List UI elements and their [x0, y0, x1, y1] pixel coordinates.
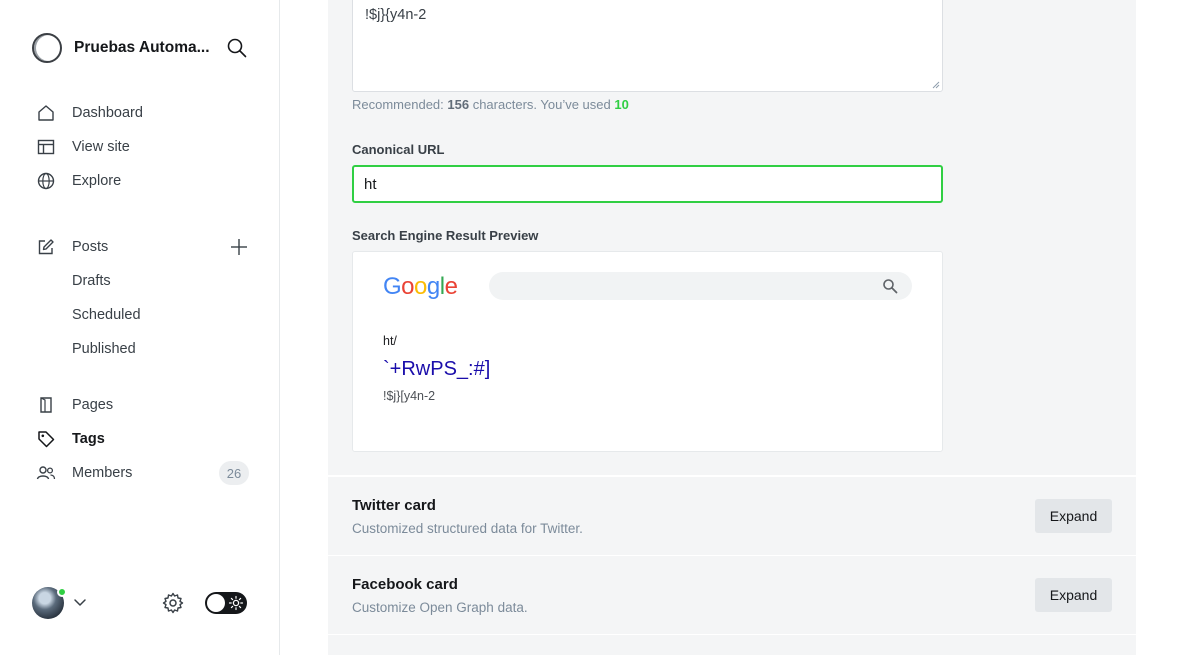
sidebar-item-dashboard[interactable]: Dashboard	[36, 101, 143, 125]
toggle-knob	[207, 594, 225, 612]
layout-icon	[36, 137, 56, 157]
card-title: Facebook card	[352, 576, 458, 593]
used-count: 10	[614, 97, 629, 112]
preview-search-bar	[489, 272, 912, 300]
sidebar-item-label: Pages	[72, 397, 114, 413]
next-card-section	[328, 635, 1136, 655]
serp-preview-label: Search Engine Result Preview	[352, 228, 539, 243]
search-icon[interactable]	[226, 37, 248, 59]
new-post-plus-icon[interactable]	[228, 236, 250, 258]
online-status-dot	[57, 587, 67, 597]
recommended-count: 156	[447, 97, 470, 112]
sidebar-item-label: View site	[72, 139, 130, 155]
sidebar-item-tags[interactable]: Tags	[36, 427, 105, 451]
canonical-url-input[interactable]	[352, 165, 943, 203]
sidebar-item-explore[interactable]: Explore	[36, 169, 121, 193]
serp-description: !$j}[y4n-2	[383, 389, 436, 403]
members-icon	[36, 463, 56, 483]
meta-data-panel: !$j}{y4n-2 Recommended: 156 characters. …	[328, 0, 1136, 475]
brand[interactable]: Pruebas Automa...	[32, 33, 210, 63]
members-count-badge: 26	[219, 461, 249, 485]
chevron-down-icon[interactable]	[72, 596, 88, 610]
sidebar-item-label: Tags	[72, 431, 105, 447]
home-icon	[36, 103, 56, 123]
meta-description-textarea[interactable]: !$j}{y4n-2	[352, 0, 943, 92]
site-name: Pruebas Automa...	[74, 39, 210, 56]
hint-prefix: Recommended:	[352, 97, 448, 112]
serp-url: ht/	[383, 334, 397, 348]
magnifier-icon	[883, 279, 898, 294]
globe-icon	[36, 171, 56, 191]
sidebar-item-label: Members	[72, 465, 133, 481]
sidebar-item-posts[interactable]: Posts	[36, 235, 108, 259]
tag-icon	[36, 429, 56, 449]
card-title: Twitter card	[352, 497, 436, 514]
sidebar: Pruebas Automa... Dashboard View site Ex…	[0, 0, 280, 655]
canonical-url-label: Canonical URL	[352, 142, 445, 157]
sidebar-item-pages[interactable]: Pages	[36, 393, 113, 417]
site-logo	[32, 33, 62, 63]
card-subtitle: Customized structured data for Twitter.	[352, 521, 583, 536]
sidebar-item-members[interactable]: Members	[36, 461, 132, 485]
dark-mode-toggle[interactable]	[205, 592, 247, 614]
character-count-hint: Recommended: 156 characters. You’ve used…	[352, 97, 629, 112]
google-logo: Google	[383, 273, 458, 300]
main-content: !$j}{y4n-2 Recommended: 156 characters. …	[280, 0, 1184, 655]
search-result-preview: Google ht/ `+RwPS_:#] !$j}[y4n-2	[352, 251, 943, 452]
card-subtitle: Customize Open Graph data.	[352, 600, 528, 615]
sun-icon	[228, 595, 244, 611]
hint-middle: characters. You’ve used	[469, 97, 615, 112]
serp-title: `+RwPS_:#]	[383, 358, 491, 380]
sidebar-item-label: Explore	[72, 173, 122, 189]
resize-handle-icon[interactable]	[932, 81, 940, 89]
expand-facebook-button[interactable]: Expand	[1035, 578, 1112, 612]
sidebar-item-published[interactable]: Published	[72, 341, 136, 357]
expand-twitter-button[interactable]: Expand	[1035, 499, 1112, 533]
sidebar-item-label: Posts	[72, 239, 109, 255]
pencil-icon	[36, 237, 56, 257]
sidebar-item-drafts[interactable]: Drafts	[72, 273, 111, 289]
gear-icon[interactable]	[161, 591, 185, 615]
meta-description-value: !$j}{y4n-2	[365, 7, 427, 23]
sidebar-item-scheduled[interactable]: Scheduled	[72, 307, 141, 323]
facebook-card-section: Facebook card Customize Open Graph data.…	[328, 556, 1136, 634]
page-icon	[36, 395, 56, 415]
twitter-card-section: Twitter card Customized structured data …	[328, 477, 1136, 555]
sidebar-item-view-site[interactable]: View site	[36, 135, 130, 159]
sidebar-item-label: Dashboard	[72, 105, 143, 121]
